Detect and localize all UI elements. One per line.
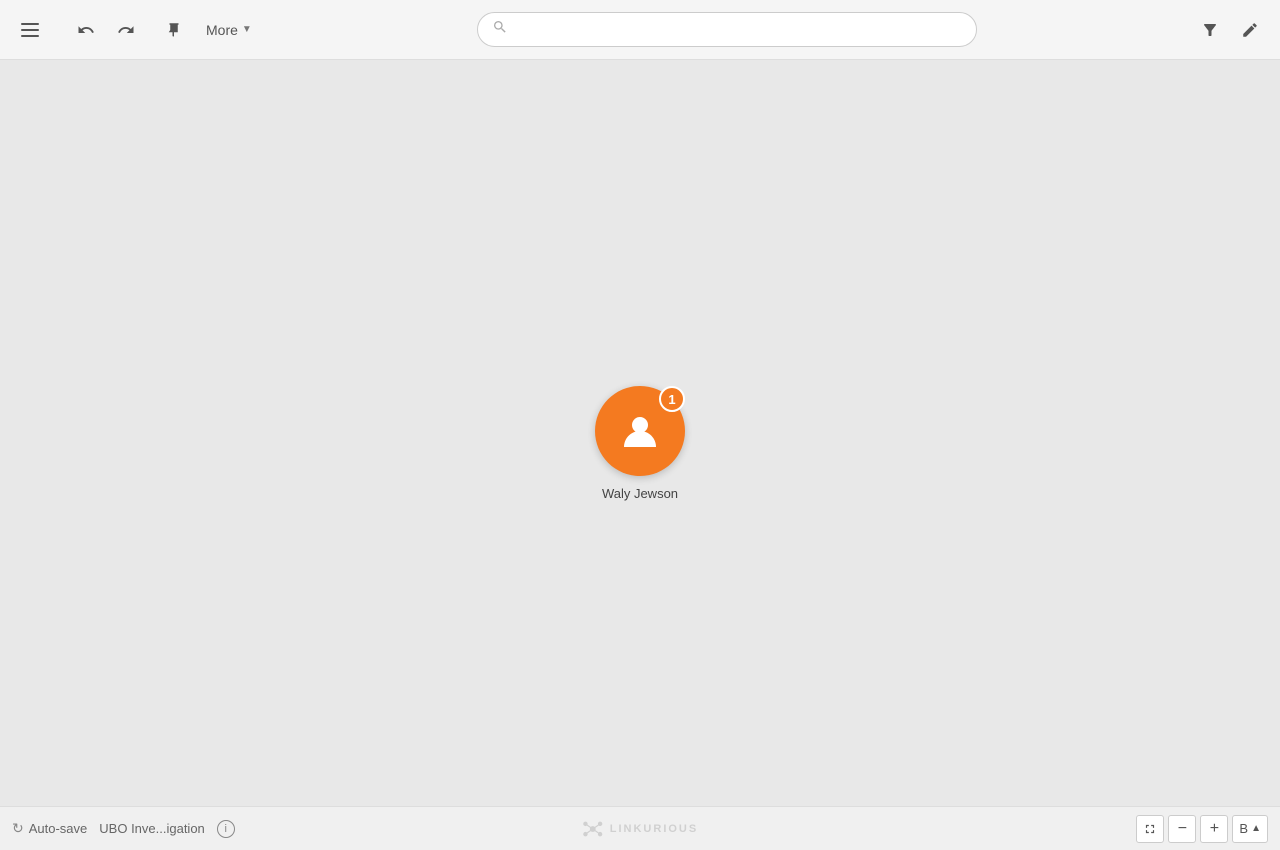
linkurious-text: LINKURIOUS xyxy=(610,823,698,835)
pin-icon xyxy=(165,21,183,39)
zoom-in-icon: + xyxy=(1210,820,1219,838)
zoom-out-button[interactable]: − xyxy=(1168,815,1196,843)
bottom-bar: ↻ Auto-save UBO Inve...igation i LINKURI… xyxy=(0,806,1280,850)
filter-icon xyxy=(1201,21,1219,39)
autosave-wrap: ↻ Auto-save xyxy=(12,820,87,837)
filter-button[interactable] xyxy=(1192,12,1228,48)
node-label: Waly Jewson xyxy=(602,486,678,501)
edit-icon xyxy=(1241,21,1259,39)
fullscreen-button[interactable] xyxy=(1136,815,1164,843)
search-container xyxy=(266,12,1188,47)
investigation-label: UBO Inve...igation xyxy=(99,821,205,836)
chevron-up-icon: ▲ xyxy=(1251,823,1261,834)
node-circle[interactable]: 1 xyxy=(595,386,685,476)
bottom-right: − + B ▲ xyxy=(1136,815,1268,843)
toolbar: More ▼ xyxy=(0,0,1280,60)
search-box xyxy=(477,12,977,47)
redo-button[interactable] xyxy=(108,12,144,48)
bottom-left: ↻ Auto-save UBO Inve...igation i xyxy=(12,820,235,838)
autosave-icon: ↻ xyxy=(12,820,24,837)
zoom-in-button[interactable]: + xyxy=(1200,815,1228,843)
chevron-down-icon: ▼ xyxy=(242,24,252,35)
search-icon xyxy=(492,19,508,40)
pin-button[interactable] xyxy=(156,12,192,48)
menu-button[interactable] xyxy=(12,12,48,48)
more-label: More xyxy=(206,22,238,38)
undo-button[interactable] xyxy=(68,12,104,48)
toolbar-right xyxy=(1192,12,1268,48)
autosave-label: Auto-save xyxy=(29,821,88,836)
search-input[interactable] xyxy=(516,22,962,38)
hamburger-icon xyxy=(21,23,39,37)
linkurious-logo: LINKURIOUS xyxy=(582,818,698,840)
node-container: 1 Waly Jewson xyxy=(595,386,685,501)
layout-label: B xyxy=(1239,821,1248,836)
edit-button[interactable] xyxy=(1232,12,1268,48)
info-button[interactable]: i xyxy=(217,820,235,838)
fullscreen-icon xyxy=(1143,822,1157,836)
person-icon xyxy=(618,409,662,453)
linkurious-logo-icon xyxy=(582,818,604,840)
node-badge-count: 1 xyxy=(668,392,675,407)
node-badge: 1 xyxy=(659,386,685,412)
layout-button[interactable]: B ▲ xyxy=(1232,815,1268,843)
zoom-out-icon: − xyxy=(1178,820,1187,838)
redo-icon xyxy=(117,21,135,39)
canvas[interactable]: 1 Waly Jewson xyxy=(0,60,1280,850)
undo-icon xyxy=(77,21,95,39)
more-button[interactable]: More ▼ xyxy=(196,16,262,44)
